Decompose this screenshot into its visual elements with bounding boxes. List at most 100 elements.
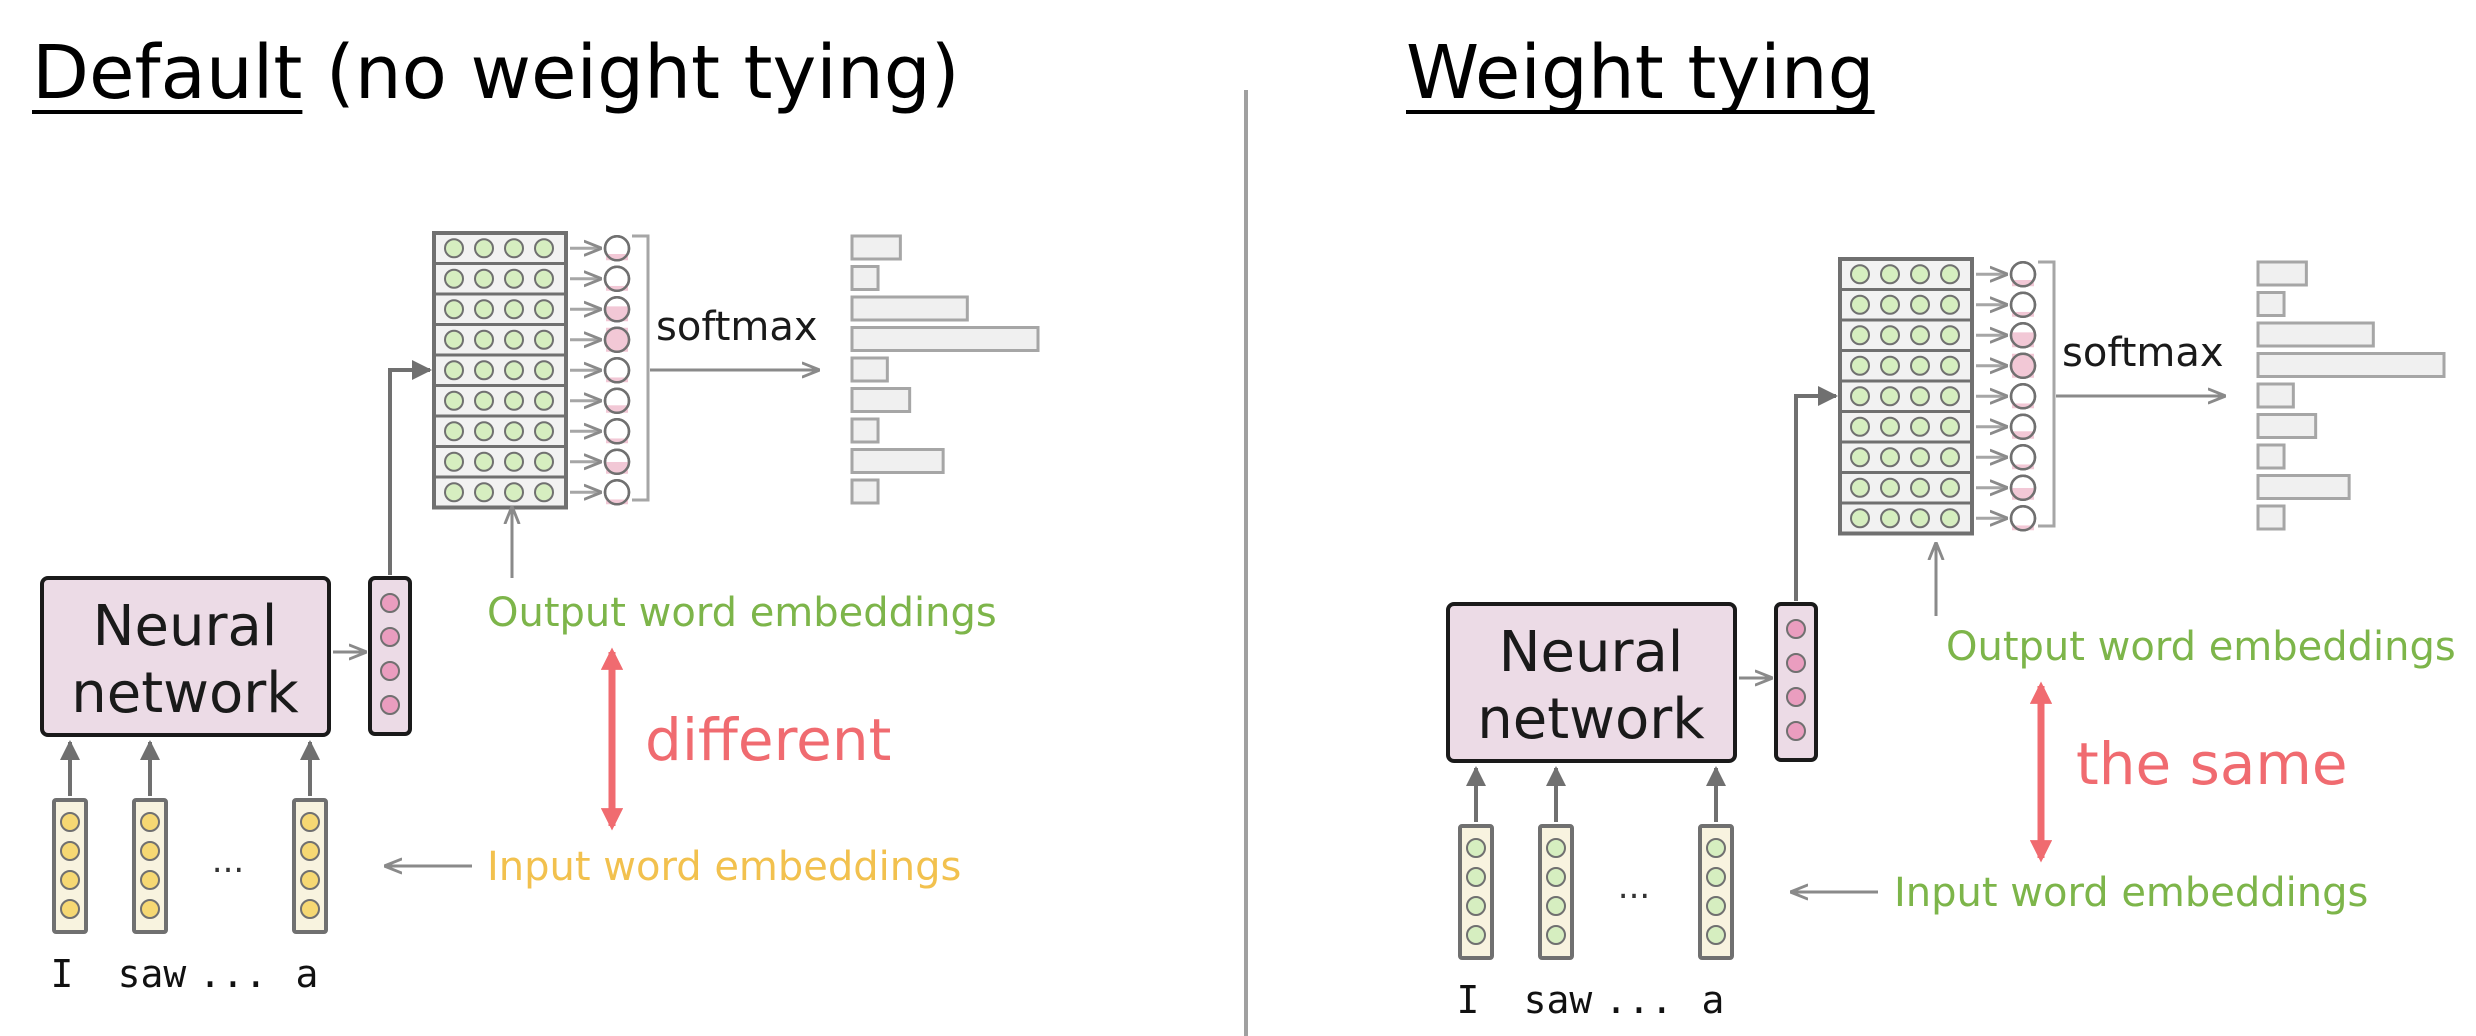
output-embeddings-label: Output word embeddings <box>1946 624 2456 670</box>
input-vector-dot <box>60 899 80 919</box>
panel-default: Default (no weight tying) Neural network… <box>32 30 1040 996</box>
input-embeddings-label: Input word embeddings <box>1894 870 2368 916</box>
embedding-dot <box>1940 477 1960 498</box>
hidden-vector-dot <box>380 695 400 715</box>
input-embeddings-label: Input word embeddings <box>487 844 961 890</box>
embedding-dot <box>1880 325 1900 346</box>
input-vector-dot <box>1546 838 1566 858</box>
softmax-bar <box>850 326 1040 352</box>
hidden-vector-dot <box>1786 619 1806 639</box>
embedding-dot <box>1910 355 1930 376</box>
title-underlined: Default <box>32 30 302 116</box>
embedding-dot <box>534 421 554 442</box>
embedding-dot <box>1850 477 1870 498</box>
embedding-dot <box>1940 294 1960 315</box>
hidden-to-matrix-arrow <box>1794 386 1838 601</box>
input-vector-dot <box>1706 896 1726 916</box>
embedding-dot <box>534 451 554 472</box>
embedding-dot <box>444 238 464 259</box>
embedding-dot <box>474 238 494 259</box>
softmax-bar <box>2256 352 2446 378</box>
embedding-dot <box>1880 355 1900 376</box>
embedding-dot <box>1910 416 1930 437</box>
softmax-bar <box>850 265 880 291</box>
embedding-dot <box>444 329 464 350</box>
softmax-bracket <box>632 234 650 502</box>
embedding-dot <box>474 360 494 381</box>
softmax-bar <box>2256 443 2286 470</box>
input-vector-dot <box>1466 925 1486 945</box>
input-vector-dot <box>300 812 320 832</box>
embedding-dot <box>474 268 494 289</box>
embedding-dot <box>1850 325 1870 346</box>
embedding-dot <box>1910 325 1930 346</box>
softmax-label: softmax <box>2062 330 2224 376</box>
softmax-bar <box>850 295 969 322</box>
embedding-dot <box>504 299 524 320</box>
input-vector-dot <box>140 899 160 919</box>
embedding-dot <box>534 329 554 350</box>
embedding-dot <box>534 360 554 381</box>
input-word-3: ... <box>199 952 268 996</box>
embedding-dot <box>504 421 524 442</box>
input-word-4: a <box>1702 978 1725 1022</box>
softmax-label: softmax <box>656 304 818 350</box>
hidden-vector-dot <box>1786 653 1806 673</box>
input-vector-dot <box>60 870 80 890</box>
panel-weight-tying: Weight tying Neural network I saw ... a … <box>1406 30 2456 1022</box>
softmax-bar <box>850 356 889 383</box>
input-embedding-vectors <box>52 740 328 934</box>
input-vector-dot <box>300 870 320 890</box>
embedding-dot <box>1850 386 1870 407</box>
softmax-bar <box>2256 382 2295 409</box>
embedding-dot <box>1940 264 1960 285</box>
softmax-bar <box>2256 291 2286 317</box>
input-vector-dot <box>300 841 320 861</box>
hidden-vector-dot <box>380 593 400 613</box>
output-embeddings-label: Output word embeddings <box>487 590 997 636</box>
embedding-dot <box>1850 416 1870 437</box>
title-rest: (no weight tying) <box>302 30 959 116</box>
embedding-dot <box>1880 264 1900 285</box>
embedding-dot <box>444 268 464 289</box>
input-vector-dot <box>1466 896 1486 916</box>
input-vector-dot <box>140 812 160 832</box>
softmax-bar <box>2256 413 2318 439</box>
panel-title: Default (no weight tying) <box>32 30 960 116</box>
embedding-dot <box>504 329 524 350</box>
embedding-dot <box>1910 294 1930 315</box>
input-word-1: I <box>1457 978 1480 1022</box>
embedding-dot <box>504 482 524 503</box>
softmax-bar <box>850 234 902 261</box>
embedding-dot <box>1940 416 1960 437</box>
embedding-dot <box>1880 447 1900 468</box>
softmax-bar <box>850 448 945 474</box>
embedding-dot <box>474 299 494 320</box>
input-vector-dot <box>60 841 80 861</box>
softmax-bar <box>2256 504 2286 531</box>
embedding-dot <box>504 238 524 259</box>
title-underlined: Weight tying <box>1406 30 1875 116</box>
nn-label-line1: Neural <box>1499 620 1684 685</box>
input-vector-dot <box>1546 867 1566 887</box>
embedding-dot <box>1910 477 1930 498</box>
embedding-dot <box>444 360 464 381</box>
input-embedding-vectors <box>1458 766 1734 960</box>
input-vector-dot <box>1706 838 1726 858</box>
embedding-dot <box>1940 508 1960 529</box>
embedding-dot <box>1880 508 1900 529</box>
nn-label-line2: network <box>71 661 299 726</box>
embedding-dot <box>1850 264 1870 285</box>
embedding-dot <box>444 299 464 320</box>
embedding-dot <box>534 268 554 289</box>
input-word-2: saw <box>118 952 187 996</box>
embedding-dot <box>474 329 494 350</box>
softmax-bar <box>2256 260 2308 287</box>
input-vector-dot <box>140 870 160 890</box>
softmax-bracket <box>2038 260 2056 528</box>
hidden-vector-dot <box>380 627 400 647</box>
hidden-state-vector <box>333 360 432 736</box>
embedding-dot <box>1850 447 1870 468</box>
panel-title: Weight tying <box>1406 30 1875 116</box>
embedding-dot <box>1910 447 1930 468</box>
